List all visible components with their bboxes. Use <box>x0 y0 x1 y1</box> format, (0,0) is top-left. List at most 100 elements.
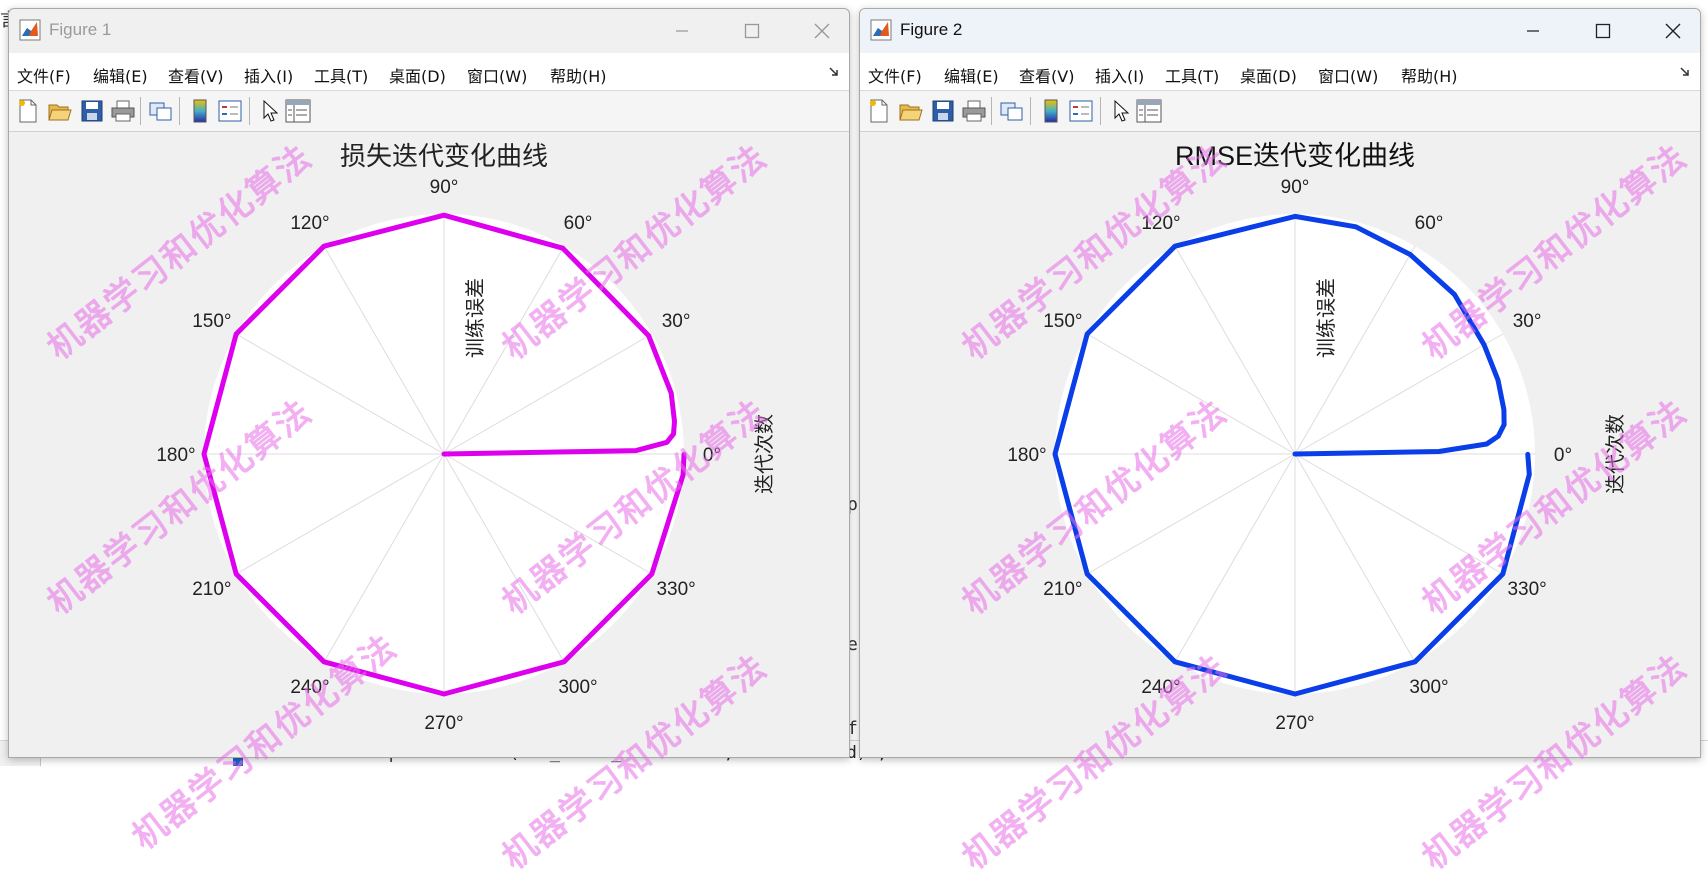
menu-insert[interactable]: 插入(I) <box>244 63 293 87</box>
figure-canvas[interactable]: RMSE迭代变化曲线 训练误差 迭代次数 0° 30° 60° 90° 120° 150°… <box>860 132 1700 757</box>
print-button[interactable] <box>109 97 137 125</box>
dock-arrow-icon[interactable] <box>1680 67 1692 77</box>
edit-plot-button[interactable] <box>256 97 284 125</box>
menu-window[interactable]: 窗口(W) <box>1318 63 1378 87</box>
menu-help[interactable]: 帮助(H) <box>1401 63 1458 87</box>
property-inspector-icon <box>285 99 311 123</box>
menu-bar: 文件(F) 编辑(E) 查看(V) 插入(I) 工具(T) 桌面(D) 窗口(W… <box>9 53 849 91</box>
polar-plot[interactable]: 损失迭代变化曲线 训练误差 迭代次数 0° 30° 60° 90° 120° 150° 18… <box>9 132 849 757</box>
toolbar-separator <box>991 97 992 125</box>
insert-colorbar-button[interactable] <box>1037 97 1065 125</box>
link-plot-button[interactable] <box>998 97 1026 125</box>
menu-window[interactable]: 窗口(W) <box>467 63 527 87</box>
theta-tick-label: 30° <box>662 311 691 332</box>
link-plot-icon <box>1000 102 1023 121</box>
figure-window-2[interactable]: Figure 2 文件(F) 编辑(E) 查看(V) 插入(I) 工具(T) 桌… <box>859 8 1701 758</box>
property-inspector-icon <box>1136 99 1162 123</box>
theta-tick-label: 0° <box>1554 445 1572 466</box>
cursor-arrow-icon <box>263 100 279 122</box>
figure-canvas[interactable]: 损失迭代变化曲线 训练误差 迭代次数 0° 30° 60° 90° 120° 150° 18… <box>9 132 849 757</box>
folder-open-icon <box>48 104 72 121</box>
save-icon <box>81 100 103 122</box>
folder-open-icon <box>899 104 923 121</box>
window-title: Figure 2 <box>900 20 963 39</box>
theta-tick-label: 270° <box>1275 713 1314 734</box>
figure-toolbar <box>9 91 849 132</box>
toolbar-separator <box>179 97 180 125</box>
dock-arrow-icon[interactable] <box>829 67 841 77</box>
close-button[interactable] <box>1643 13 1700 49</box>
close-icon <box>1665 23 1681 39</box>
figure-window-1[interactable]: Figure 1 文件(F) 编辑(E) 查看(V) 插入(I) 工具(T) 桌… <box>8 8 850 758</box>
link-plot-button[interactable] <box>147 97 175 125</box>
menu-tools[interactable]: 工具(T) <box>1165 63 1219 87</box>
new-figure-button[interactable] <box>14 97 42 125</box>
edit-plot-button[interactable] <box>1107 97 1135 125</box>
menu-desktop[interactable]: 桌面(D) <box>389 63 446 87</box>
theta-axis-label: 训练误差 <box>1314 278 1338 358</box>
theta-tick-label: 0° <box>703 445 721 466</box>
radial-axis-label: 迭代次数 <box>752 414 776 494</box>
figure-toolbar <box>860 91 1700 132</box>
new-file-icon <box>870 99 888 123</box>
new-figure-button[interactable] <box>865 97 893 125</box>
legend-icon <box>218 100 242 122</box>
matlab-figure-icon <box>19 19 41 41</box>
toolbar-separator <box>1100 97 1101 125</box>
window-title: Figure 1 <box>49 20 112 39</box>
maximize-button[interactable] <box>722 13 782 49</box>
new-file-icon <box>19 99 37 123</box>
save-icon <box>932 100 954 122</box>
save-button[interactable] <box>929 97 957 125</box>
colorbar-icon <box>1044 99 1058 123</box>
menu-edit[interactable]: 编辑(E) <box>93 63 148 87</box>
menu-tools[interactable]: 工具(T) <box>314 63 368 87</box>
theta-tick-label: 60° <box>564 213 593 234</box>
menu-file[interactable]: 文件(F) <box>868 63 922 87</box>
print-button[interactable] <box>960 97 988 125</box>
radial-axis-label: 迭代次数 <box>1603 414 1627 494</box>
legend-icon <box>1069 100 1093 122</box>
menu-edit[interactable]: 编辑(E) <box>944 63 999 87</box>
open-file-button[interactable] <box>46 97 74 125</box>
save-button[interactable] <box>78 97 106 125</box>
plot-title: 损失迭代变化曲线 <box>340 142 548 172</box>
theta-tick-label: 270° <box>424 713 463 734</box>
theta-tick-label: 180° <box>156 445 195 466</box>
insert-legend-button[interactable] <box>216 97 244 125</box>
theta-tick-label: 90° <box>430 177 459 198</box>
maximize-button[interactable] <box>1573 13 1633 49</box>
menu-desktop[interactable]: 桌面(D) <box>1240 63 1297 87</box>
menu-file[interactable]: 文件(F) <box>17 63 71 87</box>
minimize-button[interactable] <box>652 13 712 49</box>
close-button[interactable] <box>792 13 849 49</box>
menu-insert[interactable]: 插入(I) <box>1095 63 1144 87</box>
printer-icon <box>111 100 135 122</box>
insert-colorbar-button[interactable] <box>186 97 214 125</box>
close-icon <box>814 23 830 39</box>
theta-tick-label: 150° <box>1043 311 1082 332</box>
property-inspector-button[interactable] <box>284 97 312 125</box>
theta-tick-label: 210° <box>192 579 231 600</box>
minimize-button[interactable] <box>1503 13 1563 49</box>
cursor-arrow-icon <box>1114 100 1130 122</box>
insert-legend-button[interactable] <box>1067 97 1095 125</box>
toolbar-separator <box>140 97 141 125</box>
menu-help[interactable]: 帮助(H) <box>550 63 607 87</box>
link-plot-icon <box>149 102 172 121</box>
minimize-icon <box>676 30 688 32</box>
maximize-icon <box>1595 23 1611 39</box>
theta-tick-label: 330° <box>656 579 695 600</box>
menu-view[interactable]: 查看(V) <box>168 63 223 87</box>
polar-plot[interactable]: RMSE迭代变化曲线 训练误差 迭代次数 0° 30° 60° 90° 120° 150°… <box>860 132 1700 757</box>
theta-tick-label: 300° <box>558 677 597 698</box>
colorbar-icon <box>193 99 207 123</box>
title-bar[interactable]: Figure 1 <box>9 9 849 53</box>
menu-view[interactable]: 查看(V) <box>1019 63 1074 87</box>
open-file-button[interactable] <box>897 97 925 125</box>
theta-tick-label: 240° <box>290 677 329 698</box>
theta-tick-label: 330° <box>1507 579 1546 600</box>
title-bar[interactable]: Figure 2 <box>860 9 1700 53</box>
toolbar-separator <box>1030 97 1031 125</box>
property-inspector-button[interactable] <box>1135 97 1163 125</box>
